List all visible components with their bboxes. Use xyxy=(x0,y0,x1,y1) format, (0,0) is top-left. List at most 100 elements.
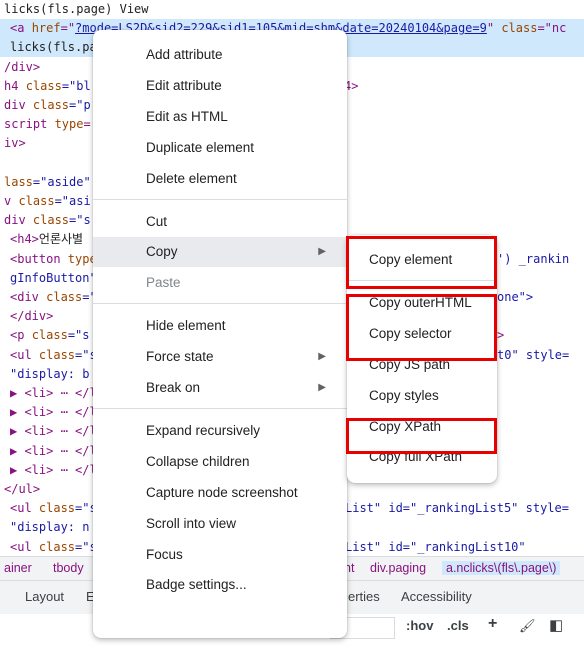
menu-item-label: Cut xyxy=(146,213,168,229)
code-token: <a xyxy=(10,21,32,36)
toggle-sidebar-icon[interactable]: ◧ xyxy=(549,616,563,634)
menu-item-label: Hide element xyxy=(146,318,226,334)
code-token: </ul> xyxy=(4,482,41,496)
code-line[interactable]: <button type xyxy=(10,250,97,269)
code-token: gInfoButton" xyxy=(10,270,97,285)
menu-item-copy[interactable]: Copy ▶ xyxy=(93,237,347,268)
paint-brush-icon[interactable]: 🖌 xyxy=(519,618,536,634)
code-token: ▶ <li> ⋯ </l xyxy=(10,443,97,458)
submenu-item-copy-styles[interactable]: Copy styles xyxy=(347,381,497,411)
code-line[interactable]: </ul> xyxy=(4,480,40,499)
submenu-arrow-icon: ▶ xyxy=(318,382,326,393)
tab-properties[interactable]: erties xyxy=(348,589,380,604)
code-token: </div> xyxy=(10,309,54,324)
menu-item-label: Force state xyxy=(146,349,214,365)
code-token: ="p xyxy=(69,98,91,112)
tab-accessibility[interactable]: Accessibility xyxy=(401,589,472,604)
new-style-rule-icon[interactable]: + xyxy=(488,615,497,633)
menu-item-badge-settings[interactable]: Badge settings... xyxy=(93,570,347,600)
breadcrumb-item-selected[interactable]: a.nclicks\(fls\.page\) xyxy=(442,561,561,575)
code-token: type xyxy=(54,117,84,132)
menu-item-hide-element[interactable]: Hide element xyxy=(93,311,347,341)
menu-item-label: Delete element xyxy=(146,170,237,186)
menu-item-add-attribute[interactable]: Add attribute xyxy=(93,40,347,70)
code-line[interactable]: ▶ <li> ⋯ </l xyxy=(10,403,97,422)
code-token: ▶ <li> ⋯ </l xyxy=(10,462,97,477)
code-line[interactable]: <p class="s xyxy=(10,326,90,345)
code-token: ="nc xyxy=(537,21,567,36)
code-token: licks(fls.pa xyxy=(10,40,97,55)
code-line[interactable]: </div> xyxy=(10,307,53,326)
code-line[interactable]: div class="s xyxy=(4,211,91,230)
tab-layout[interactable]: Layout xyxy=(25,589,64,604)
code-token: ="asi xyxy=(54,194,91,208)
code-line[interactable]: ▶ <li> ⋯ </l xyxy=(10,384,97,403)
code-line[interactable]: ▶ <li> ⋯ </l xyxy=(10,442,97,461)
code-token: class xyxy=(32,98,70,112)
menu-item-label: Focus xyxy=(146,546,183,562)
code-line[interactable]: ▶ <li> ⋯ </l xyxy=(10,461,97,480)
menu-item-label: Scroll into view xyxy=(146,515,237,531)
code-token: <ul xyxy=(10,347,39,362)
menu-separator xyxy=(93,198,347,200)
code-line[interactable]: <div class=" xyxy=(10,288,97,307)
code-line[interactable]: /div> xyxy=(4,58,40,77)
menu-item-label: Copy styles xyxy=(369,387,439,403)
code-line[interactable]: <ul class="s xyxy=(10,346,97,365)
menu-item-label: Duplicate element xyxy=(146,139,255,155)
code-token: class xyxy=(32,213,70,228)
code-fragment: t0" style= xyxy=(497,347,570,362)
menu-item-label: Paste xyxy=(146,275,181,291)
code-line[interactable]: ▶ <li> ⋯ </l xyxy=(10,422,97,441)
menu-item-force-state[interactable]: Force state ▶ xyxy=(93,342,347,372)
menu-item-expand-recursively[interactable]: Expand recursively xyxy=(93,416,347,446)
submenu-arrow-icon: ▶ xyxy=(318,351,326,363)
code-line[interactable]: <h4>언론사별 xyxy=(10,230,83,249)
code-line[interactable]: h4 class="bl xyxy=(4,77,91,96)
code-line[interactable]: <ul class="s xyxy=(10,499,97,518)
code-line[interactable]: <ul class="s xyxy=(10,538,97,557)
code-token: " xyxy=(486,21,502,36)
code-token: v xyxy=(4,194,19,208)
highlight-box-xpath xyxy=(346,418,497,454)
code-line[interactable]: script type= xyxy=(4,115,91,134)
menu-separator xyxy=(93,303,347,305)
menu-item-edit-as-html[interactable]: Edit as HTML xyxy=(93,102,347,132)
menu-item-collapse-children[interactable]: Collapse children xyxy=(93,447,347,477)
code-token: <button xyxy=(10,251,68,266)
code-token: <div xyxy=(10,290,47,304)
breadcrumb-item[interactable]: ainer xyxy=(4,561,32,575)
code-fragment: one"> xyxy=(497,290,534,304)
menu-item-delete-element[interactable]: Delete element xyxy=(93,164,347,194)
hov-button[interactable]: :hov xyxy=(406,618,433,633)
code-line[interactable]: iv> xyxy=(4,134,26,153)
code-line[interactable]: licks(fls.page) View xyxy=(4,0,149,19)
code-token: <p xyxy=(10,328,32,343)
menu-item-scroll-into-view[interactable]: Scroll into view xyxy=(93,509,347,539)
breadcrumb-item[interactable]: div.paging xyxy=(370,561,426,575)
code-line[interactable]: v class="asi xyxy=(4,192,91,211)
menu-item-break-on[interactable]: Break on ▶ xyxy=(93,373,347,403)
code-token: ="s xyxy=(69,213,91,228)
menu-item-capture-node-screenshot[interactable]: Capture node screenshot xyxy=(93,478,347,508)
code-token: iv> xyxy=(4,136,26,151)
breadcrumb-item[interactable]: tbody xyxy=(53,561,84,575)
menu-item-label: Copy xyxy=(146,244,178,260)
code-line[interactable]: gInfoButton" xyxy=(10,269,97,288)
code-line[interactable]: lass="aside" xyxy=(4,173,91,192)
code-token: /div> xyxy=(4,59,41,74)
menu-item-label: Badge settings... xyxy=(146,577,247,593)
menu-item-cut[interactable]: Cut xyxy=(93,207,347,237)
menu-item-edit-attribute[interactable]: Edit attribute xyxy=(93,71,347,101)
code-token: "display: n xyxy=(10,520,90,535)
menu-item-focus[interactable]: Focus xyxy=(93,540,347,570)
code-line[interactable]: div class="p xyxy=(4,96,91,115)
code-line[interactable]: "display: n xyxy=(10,518,89,537)
code-token: class xyxy=(31,328,68,343)
code-line[interactable]: "display: b xyxy=(10,365,89,384)
cls-button[interactable]: .cls xyxy=(447,618,469,633)
menu-item-label: Break on xyxy=(146,380,201,395)
menu-item-label: Add attribute xyxy=(146,47,223,62)
code-token: ▶ <li> ⋯ </l xyxy=(10,405,97,420)
menu-item-duplicate-element[interactable]: Duplicate element xyxy=(93,133,347,163)
